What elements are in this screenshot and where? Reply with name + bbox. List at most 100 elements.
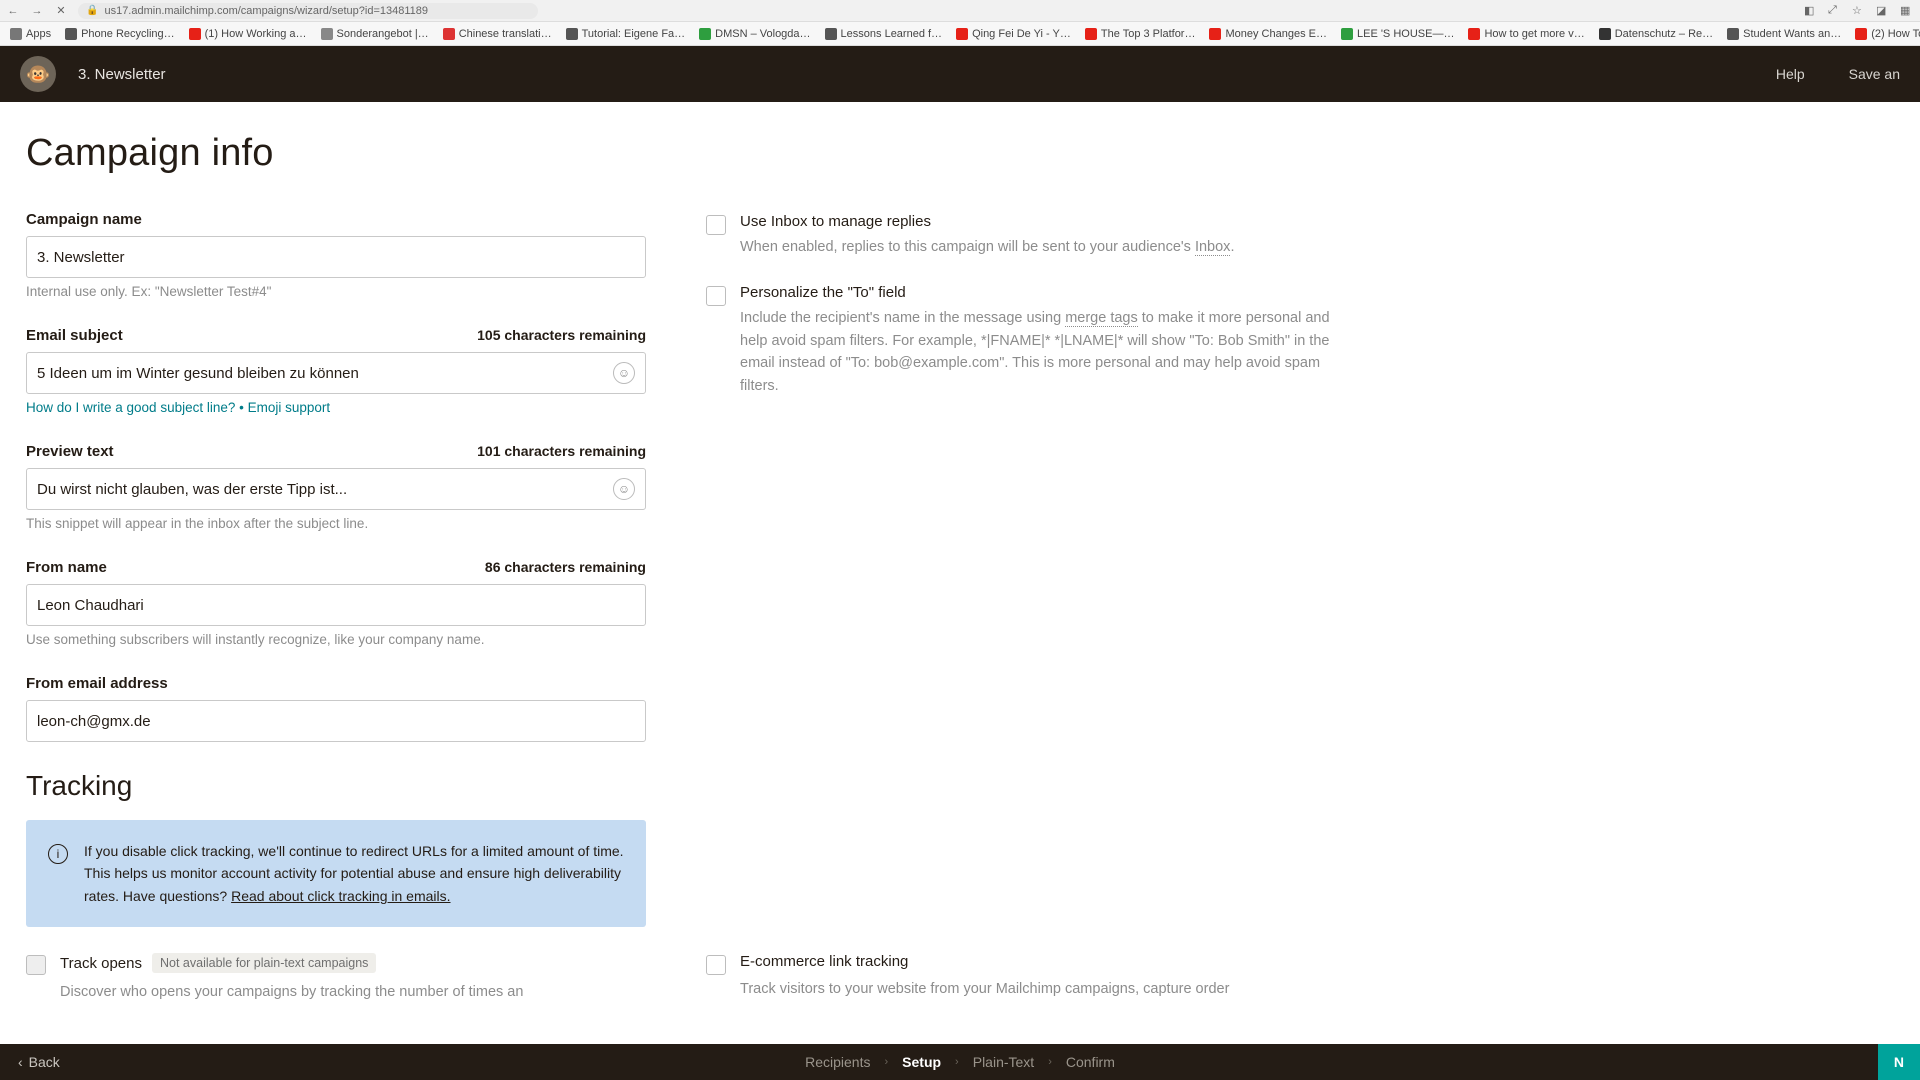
option-use-inbox: Use Inbox to manage replies When enabled…: [706, 213, 1346, 258]
wizard-step[interactable]: Confirm: [1066, 1054, 1115, 1070]
nav-fwd-icon[interactable]: →: [30, 5, 44, 17]
bookmark-label: How to get more v…: [1484, 28, 1584, 40]
url-text: us17.admin.mailchimp.com/campaigns/wizar…: [104, 5, 428, 17]
from-name-input[interactable]: Leon Chaudhari: [26, 584, 646, 626]
subject-help-link[interactable]: How do I write a good subject line?: [26, 400, 235, 415]
nav-reload-icon[interactable]: ✕: [54, 4, 68, 17]
bookmark-item[interactable]: DMSN – Vologda…: [699, 28, 810, 40]
page-body: Campaign info Campaign name 3. Newslette…: [0, 102, 1920, 1044]
wizard-step[interactable]: Recipients: [805, 1054, 870, 1070]
page-title: Campaign info: [26, 132, 1894, 175]
favicon-icon: [1727, 28, 1739, 40]
bookmark-label: Phone Recycling…: [81, 28, 175, 40]
emoji-support-link[interactable]: Emoji support: [248, 400, 331, 415]
bookmark-item[interactable]: (2) How To Add A…: [1855, 28, 1920, 40]
bookmark-item[interactable]: Tutorial: Eigene Fa…: [566, 28, 686, 40]
chevron-right-icon: ›: [1048, 1056, 1052, 1068]
wizard-footer: ‹ Back Recipients›Setup›Plain-Text›Confi…: [0, 1044, 1920, 1080]
star-icon[interactable]: ☆: [1852, 4, 1866, 18]
merge-tags-link[interactable]: merge tags: [1065, 310, 1138, 327]
from-name-hint: Use something subscribers will instantly…: [26, 632, 646, 647]
bookmark-item[interactable]: The Top 3 Platfor…: [1085, 28, 1196, 40]
emoji-picker-icon[interactable]: ☺: [613, 478, 635, 500]
input-value: Leon Chaudhari: [37, 597, 144, 614]
bookmark-item[interactable]: Money Changes E…: [1209, 28, 1327, 40]
favicon-icon: [10, 28, 22, 40]
from-email-input[interactable]: leon-ch@gmx.de: [26, 700, 646, 742]
bookmark-item[interactable]: Datenschutz – Re…: [1599, 28, 1713, 40]
use-inbox-checkbox[interactable]: [706, 215, 726, 235]
wizard-steps: Recipients›Setup›Plain-Text›Confirm: [805, 1054, 1115, 1070]
personalize-checkbox[interactable]: [706, 286, 726, 306]
use-inbox-title: Use Inbox to manage replies: [740, 213, 1234, 230]
back-button[interactable]: ‹ Back: [18, 1054, 60, 1070]
favicon-icon: [443, 28, 455, 40]
campaign-name-label: Campaign name: [26, 211, 142, 228]
preview-text-input[interactable]: Du wirst nicht glauben, was der erste Ti…: [26, 468, 646, 510]
inbox-link[interactable]: Inbox: [1195, 239, 1230, 256]
bookmark-item[interactable]: (1) How Working a…: [189, 28, 307, 40]
bookmark-item[interactable]: Sonderangebot |…: [321, 28, 429, 40]
mailchimp-logo-icon[interactable]: 🐵: [20, 56, 56, 92]
next-button[interactable]: N: [1878, 1044, 1920, 1080]
bookmark-label: Qing Fei De Yi - Y…: [972, 28, 1071, 40]
bookmark-item[interactable]: LEE 'S HOUSE—…: [1341, 28, 1454, 40]
bookmark-label: Apps: [26, 28, 51, 40]
favicon-icon: [321, 28, 333, 40]
field-from-name: From name 86 characters remaining Leon C…: [26, 559, 646, 647]
track-opens-title: Track opens: [60, 955, 142, 972]
bookmark-item[interactable]: Apps: [10, 28, 51, 40]
bookmark-item[interactable]: Chinese translati…: [443, 28, 552, 40]
personalize-title: Personalize the "To" field: [740, 284, 1346, 301]
bookmark-label: Money Changes E…: [1225, 28, 1327, 40]
bookmark-item[interactable]: How to get more v…: [1468, 28, 1584, 40]
campaign-name-hint: Internal use only. Ex: "Newsletter Test#…: [26, 284, 646, 299]
bookmark-label: (2) How To Add A…: [1871, 28, 1920, 40]
browser-toolbar: ← → ✕ 🔒 us17.admin.mailchimp.com/campaig…: [0, 0, 1920, 22]
nav-back-icon[interactable]: ←: [6, 5, 20, 17]
favicon-icon: [1085, 28, 1097, 40]
field-campaign-name: Campaign name 3. Newsletter Internal use…: [26, 211, 646, 299]
wizard-step[interactable]: Plain-Text: [973, 1054, 1034, 1070]
bookmark-label: LEE 'S HOUSE—…: [1357, 28, 1454, 40]
bookmark-item[interactable]: Student Wants an…: [1727, 28, 1841, 40]
campaign-name-input[interactable]: 3. Newsletter: [26, 236, 646, 278]
ext-icon[interactable]: ⤢: [1828, 4, 1842, 18]
favicon-icon: [1599, 28, 1611, 40]
bookmark-item[interactable]: Phone Recycling…: [65, 28, 175, 40]
from-email-label: From email address: [26, 675, 168, 692]
app-header: 🐵 3. Newsletter Help Save an: [0, 46, 1920, 102]
ext-icon[interactable]: ▦: [1900, 4, 1914, 18]
email-subject-remaining: 105 characters remaining: [477, 327, 646, 343]
help-link[interactable]: Help: [1776, 66, 1805, 82]
lock-icon: 🔒: [86, 5, 98, 16]
personalize-desc-pre: Include the recipient's name in the mess…: [740, 310, 1065, 326]
info-icon: i: [48, 844, 68, 864]
wizard-step[interactable]: Setup: [902, 1054, 941, 1070]
ecommerce-checkbox[interactable]: [706, 955, 726, 975]
bookmark-item[interactable]: Qing Fei De Yi - Y…: [956, 28, 1071, 40]
input-value: 5 Ideen um im Winter gesund bleiben zu k…: [37, 365, 359, 382]
emoji-picker-icon[interactable]: ☺: [613, 362, 635, 384]
bookmark-label: Tutorial: Eigene Fa…: [582, 28, 686, 40]
ext-icon[interactable]: ◪: [1876, 4, 1890, 18]
address-bar[interactable]: 🔒 us17.admin.mailchimp.com/campaigns/wiz…: [78, 3, 538, 19]
favicon-icon: [956, 28, 968, 40]
ecommerce-title: E-commerce link tracking: [740, 953, 908, 970]
bookmark-label: DMSN – Vologda…: [715, 28, 810, 40]
favicon-icon: [699, 28, 711, 40]
tracking-info-link[interactable]: Read about click tracking in emails.: [231, 888, 450, 904]
email-subject-input[interactable]: 5 Ideen um im Winter gesund bleiben zu k…: [26, 352, 646, 394]
bookmark-item[interactable]: Lessons Learned f…: [825, 28, 943, 40]
bookmark-label: Lessons Learned f…: [841, 28, 943, 40]
favicon-icon: [825, 28, 837, 40]
use-inbox-desc: When enabled, replies to this campaign w…: [740, 239, 1195, 255]
ext-icon[interactable]: ◧: [1804, 4, 1818, 18]
preview-text-label: Preview text: [26, 443, 114, 460]
chevron-right-icon: ›: [884, 1056, 888, 1068]
favicon-icon: [1468, 28, 1480, 40]
bookmark-label: Chinese translati…: [459, 28, 552, 40]
input-value: leon-ch@gmx.de: [37, 713, 151, 730]
save-link[interactable]: Save an: [1849, 66, 1900, 82]
from-name-label: From name: [26, 559, 107, 576]
